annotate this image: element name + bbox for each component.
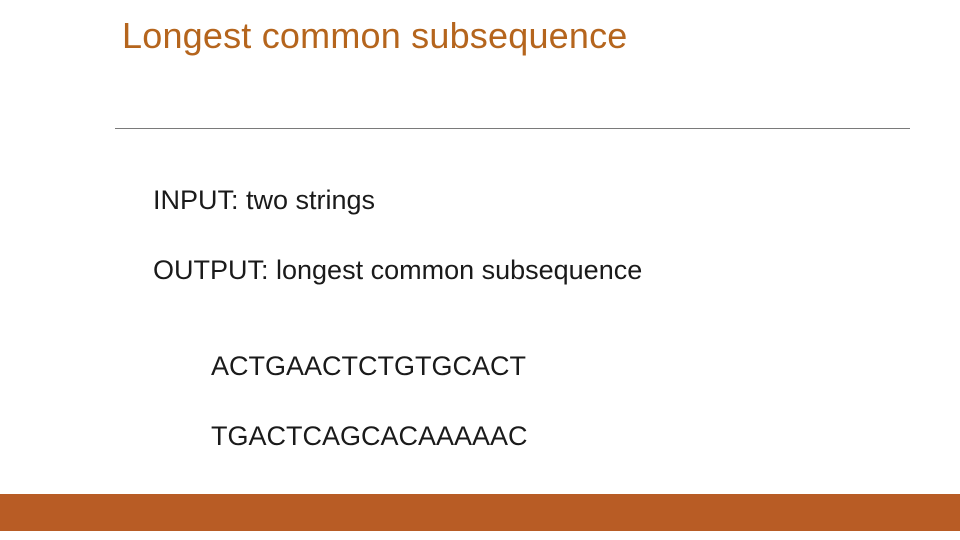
example-sequence-2: TGACTCAGCACAAAAAC [211,420,528,452]
output-definition: OUTPUT: longest common subsequence [153,254,642,286]
input-definition: INPUT: two strings [153,184,375,216]
example-sequence-1: ACTGAACTCTGTGCACT [211,350,526,382]
footer-accent-bar-thin [0,524,960,531]
slide: Longest common subsequence INPUT: two st… [0,0,960,540]
footer-accent-bar-thick [0,494,960,524]
slide-title: Longest common subsequence [122,15,628,57]
title-divider [115,128,910,129]
